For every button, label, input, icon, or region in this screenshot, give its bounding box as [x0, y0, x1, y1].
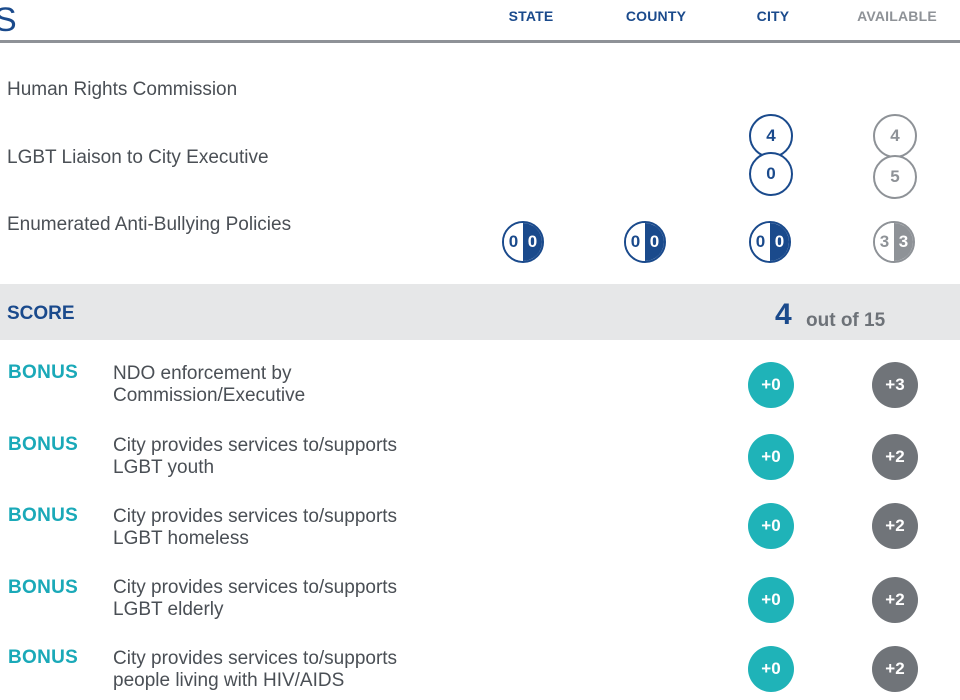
row-label-human-rights-commission: Human Rights Commission [7, 79, 238, 100]
split-score-available-right: 3 [894, 223, 913, 261]
bonus-pill-available: +2 [872, 646, 918, 692]
column-header-state: STATE [508, 8, 554, 24]
bonus-tag: BONUS [8, 362, 79, 383]
bonus-pill-available: +3 [872, 362, 918, 408]
score-circle-available: 4 [873, 114, 917, 158]
header-divider [0, 40, 960, 43]
split-score-state: 0 0 [502, 221, 544, 263]
bonus-tag: BONUS [8, 505, 79, 526]
section-title-fragment: S [0, 1, 17, 39]
bonus-text-line: people living with HIV/AIDS [113, 670, 345, 691]
split-score-city: 0 0 [749, 221, 791, 263]
column-header-city: CITY [756, 8, 790, 24]
bonus-tag: BONUS [8, 647, 79, 668]
split-score-county: 0 0 [624, 221, 666, 263]
bonus-text: City provides services to/supports peopl… [113, 648, 473, 692]
column-header-available: AVAILABLE [857, 8, 937, 24]
bonus-tag: BONUS [8, 577, 79, 598]
bonus-text-line: LGBT elderly [113, 599, 224, 620]
score-circle-city: 0 [749, 152, 793, 196]
split-score-county-left: 0 [626, 223, 645, 261]
bonus-pill-available: +2 [872, 434, 918, 480]
bonus-text-line: NDO enforcement by [113, 363, 292, 384]
split-score-city-left: 0 [751, 223, 770, 261]
bonus-text-line: Commission/Executive [113, 385, 306, 406]
bonus-text-line: LGBT homeless [113, 528, 249, 549]
bonus-pill-city: +0 [748, 362, 794, 408]
bonus-text: City provides services to/supports LGBT … [113, 435, 473, 479]
bonus-text-line: City provides services to/supports [113, 435, 398, 456]
bonus-tag: BONUS [8, 434, 79, 455]
split-score-city-right: 0 [770, 223, 789, 261]
bonus-pill-city: +0 [748, 503, 794, 549]
bonus-pill-available: +2 [872, 577, 918, 623]
row-label-anti-bullying: Enumerated Anti-Bullying Policies [7, 214, 292, 235]
bonus-text: NDO enforcement by Commission/Executive [113, 363, 473, 407]
bonus-text-line: LGBT youth [113, 457, 215, 478]
split-score-state-right: 0 [523, 223, 542, 261]
score-circle-available: 5 [873, 155, 917, 199]
split-score-state-left: 0 [504, 223, 523, 261]
bonus-pill-available: +2 [872, 503, 918, 549]
bonus-text-line: City provides services to/supports [113, 648, 398, 669]
score-label: SCORE [7, 303, 75, 324]
bonus-text-line: City provides services to/supports [113, 506, 398, 527]
bonus-pill-city: +0 [748, 434, 794, 480]
split-score-available: 3 3 [873, 221, 915, 263]
score-out-of: out of 15 [806, 310, 886, 331]
split-score-county-right: 0 [645, 223, 664, 261]
split-score-available-left: 3 [875, 223, 894, 261]
bonus-text: City provides services to/supports LGBT … [113, 577, 473, 621]
bonus-pill-city: +0 [748, 646, 794, 692]
score-value: 4 [775, 298, 792, 331]
column-header-county: COUNTY [625, 8, 687, 24]
row-label-lgbt-liaison: LGBT Liaison to City Executive [7, 147, 269, 168]
bonus-pill-city: +0 [748, 577, 794, 623]
bonus-text-line: City provides services to/supports [113, 577, 398, 598]
bonus-text: City provides services to/supports LGBT … [113, 506, 473, 550]
